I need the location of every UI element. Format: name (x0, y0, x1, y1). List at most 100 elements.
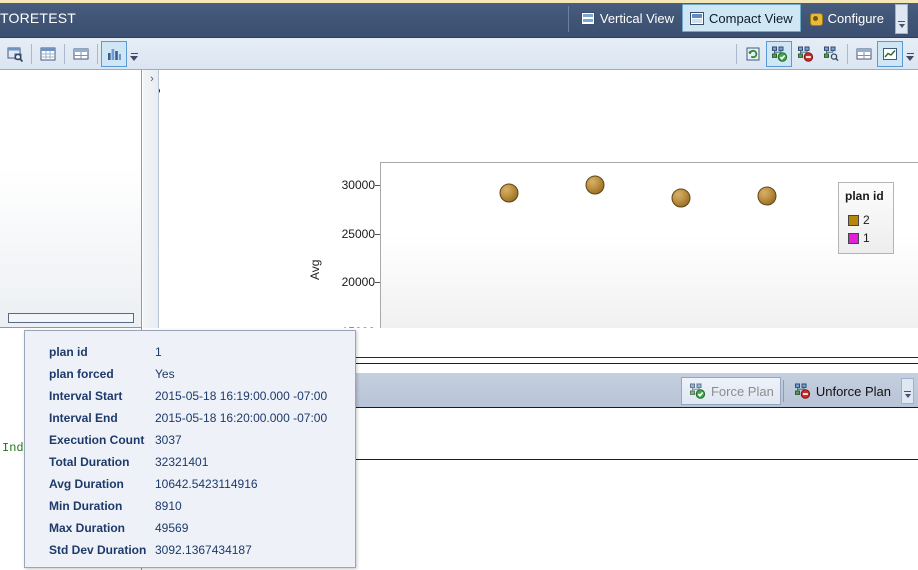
tooltip-key: plan forced (49, 367, 114, 381)
compact-view-label: Compact View (709, 10, 793, 26)
data-point-plan-2[interactable] (671, 188, 691, 208)
action-toolbar-overflow-icon[interactable] (901, 378, 914, 404)
panel-divider-line (355, 363, 918, 364)
toolbar-separator (847, 44, 848, 64)
toolbar-separator (64, 44, 65, 64)
plan-compare-icon (824, 46, 839, 62)
grid-results-icon (40, 47, 56, 61)
tooltip-value: 3092.1367434187 (155, 543, 252, 557)
force-plan-button[interactable]: Force Plan (680, 377, 781, 405)
tooltip-row: Avg Duration 10642.5423114916 (25, 473, 357, 495)
table-view-icon-button[interactable] (68, 41, 94, 67)
tooltip-key: Max Duration (49, 521, 126, 535)
tooltip-row: Total Duration 32321401 (25, 451, 357, 473)
tooltip-value: Yes (155, 367, 175, 381)
tooltip-row: Min Duration 8910 (25, 495, 357, 517)
plan-compare-icon-button[interactable] (818, 41, 844, 67)
query-store-plan-summary-window: TORETEST Vertical View Compact View Conf… (0, 0, 918, 570)
tooltip-key: plan id (49, 345, 88, 359)
vertical-view-icon (580, 11, 595, 25)
toolbar-separator (736, 44, 737, 64)
tooltip-row: plan forced Yes (25, 363, 357, 385)
toolbar-separator (31, 44, 32, 64)
y-tick-label: 15000 (342, 325, 375, 328)
chart-view-icon-button[interactable] (877, 41, 903, 67)
configure-button[interactable]: Configure (801, 4, 892, 32)
bar-chart-icon-button[interactable] (101, 41, 127, 67)
tooltip-key: Execution Count (49, 433, 145, 447)
tooltip-key: Total Duration (49, 455, 130, 469)
grid-view-icon (856, 48, 872, 60)
tooltip-value: 2015-05-18 16:19:00.000 -07:00 (155, 389, 328, 403)
grid-view-icon-button[interactable] (851, 41, 877, 67)
legend-swatch-plan-1 (848, 232, 859, 244)
data-point-plan-2[interactable] (585, 175, 605, 195)
compact-view-icon (690, 11, 705, 25)
refresh-icon-button[interactable] (740, 41, 766, 67)
legend-swatch-plan-2 (848, 214, 859, 226)
unforce-plan-icon (794, 383, 810, 399)
left-pane-footer-strip (8, 313, 134, 323)
tooltip-row: plan id 1 (25, 341, 357, 363)
tooltip-key: Std Dev Duration (49, 543, 147, 557)
force-plan-icon (772, 46, 788, 62)
chart-view-icon (883, 48, 897, 60)
view-mode-button-group: Vertical View Compact View Configure (566, 4, 908, 34)
tooltip-value: 49569 (155, 521, 189, 535)
compact-view-button[interactable]: Compact View (682, 4, 801, 32)
tooltip-value: 10642.5423114916 (155, 477, 258, 491)
force-plan-icon (689, 383, 706, 399)
data-point-plan-2[interactable] (757, 186, 777, 206)
toolbar-right-group (733, 39, 916, 69)
open-query-icon (7, 47, 24, 63)
open-query-icon-button[interactable] (2, 41, 28, 67)
view-button-separator (567, 6, 569, 32)
table-view-icon (73, 48, 89, 60)
toolbar-left-overflow-button[interactable] (127, 41, 140, 67)
tooltip-value: 8910 (155, 499, 182, 513)
toolbar-left-group (2, 39, 140, 69)
tooltip-value: 32321401 (155, 455, 209, 469)
force-plan-icon-button[interactable] (766, 41, 792, 67)
chart-legend: plan id 2 1 (838, 182, 894, 254)
tooltip-value: 3037 (155, 433, 182, 447)
tooltip-row: Std Dev Duration 3092.1367434187 (25, 539, 357, 561)
tooltip-key: Min Duration (49, 499, 123, 513)
window-title-bar: TORETEST Vertical View Compact View Conf… (0, 0, 918, 38)
configure-label: Configure (827, 10, 884, 26)
data-point-plan-2[interactable] (499, 183, 519, 203)
left-results-pane (0, 70, 142, 328)
legend-label-plan-1: 1 (863, 231, 870, 245)
refresh-icon (746, 47, 760, 61)
unforce-plan-button[interactable]: Unforce Plan (786, 377, 898, 405)
tooltip-row: Execution Count 3037 (25, 429, 357, 451)
legend-entry-plan-2[interactable]: 2 (848, 213, 870, 227)
tooltip-row: Max Duration 49569 (25, 517, 357, 539)
unforce-plan-button-label: Unforce Plan (815, 383, 891, 399)
plan-summary-toolbar: Plan Summary For Query 1 (0, 38, 918, 108)
grid-results-icon-button[interactable] (35, 41, 61, 67)
tooltip-key: Interval Start (49, 389, 123, 403)
title-bar-accent-strip (0, 0, 918, 3)
vertical-view-label: Vertical View (599, 10, 675, 26)
toolbar-overflow-chevron-icon[interactable] (895, 4, 908, 34)
y-tick-label: 25000 (341, 227, 375, 241)
y-tick-label: 20000 (341, 275, 375, 289)
legend-label-plan-2: 2 (863, 213, 870, 227)
chevron-right-icon[interactable]: › (147, 72, 157, 86)
tooltip-value: 1 (155, 345, 162, 359)
bar-chart-icon (108, 49, 121, 60)
toolbar-right-overflow-button[interactable] (903, 41, 916, 67)
sql-code-fragment: Ind (2, 441, 24, 455)
vertical-view-button[interactable]: Vertical View (573, 4, 682, 32)
pane-splitter[interactable] (143, 70, 159, 328)
plan-summary-chart: Avg 30000 25000 20000 15000 10000 (160, 70, 918, 328)
chart-y-axis-label: Avg (308, 259, 322, 280)
legend-entry-plan-1[interactable]: 1 (848, 231, 870, 245)
plan-details-tooltip: plan id 1 plan forced Yes Interval Start… (24, 330, 356, 568)
unforce-plan-icon-button[interactable] (792, 41, 818, 67)
window-title: TORETEST (0, 10, 77, 26)
toolbar-separator (97, 44, 98, 64)
tooltip-row: Interval End 2015-05-18 16:20:00.000 -07… (25, 407, 357, 429)
tooltip-value: 2015-05-18 16:20:00.000 -07:00 (155, 411, 328, 425)
